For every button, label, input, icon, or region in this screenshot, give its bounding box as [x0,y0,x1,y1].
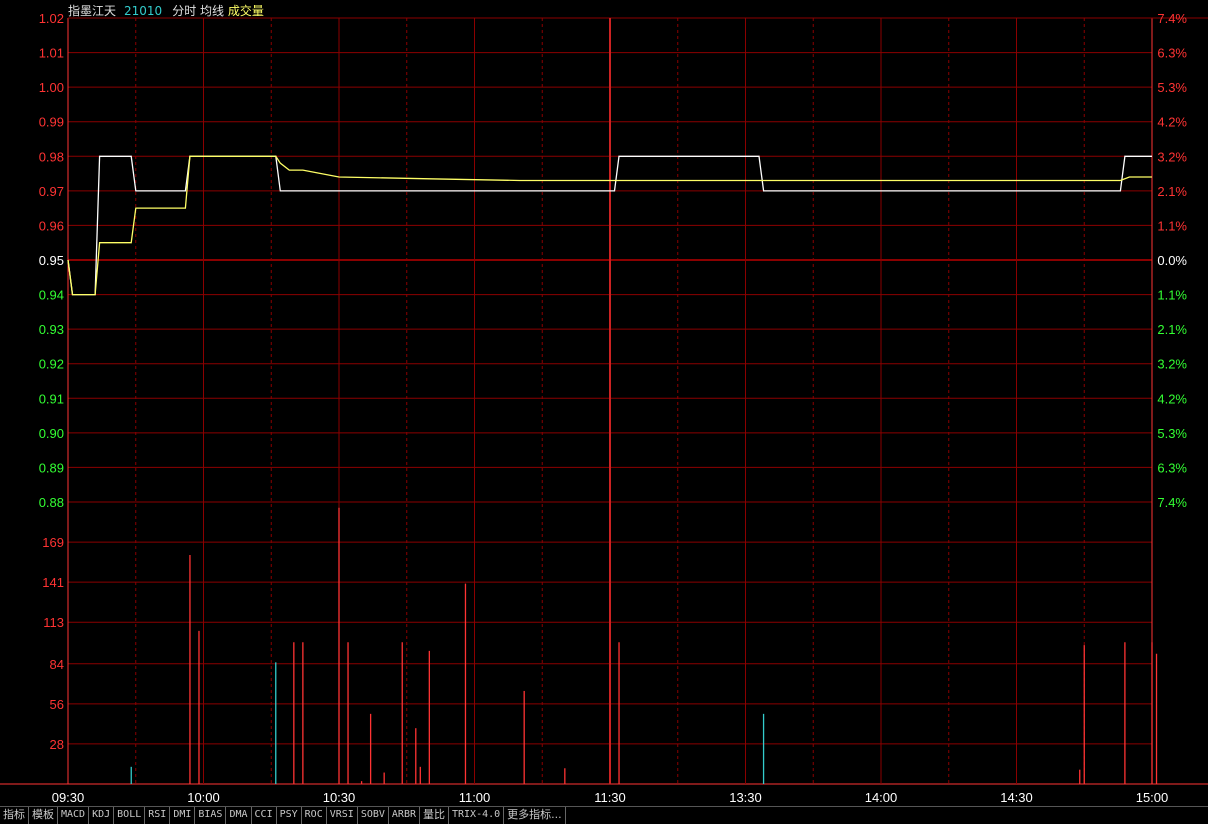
tab-kdj[interactable]: KDJ [89,807,115,824]
percent-tick-label: 4.2% [1157,391,1187,406]
time-tick-label: 10:30 [323,790,356,805]
time-tick-label: 13:30 [729,790,762,805]
chart-grid [0,17,1208,785]
tab-vrsi[interactable]: VRSI [327,807,358,824]
price-axis: 1.02 1.01 1.00 0.99 0.98 0.97 0.96 0.95 0.94 0.93… [39,11,64,510]
tab-roc[interactable]: ROC [302,807,327,824]
time-tick-label: 14:30 [1000,790,1033,805]
time-tick-label: 11:30 [594,790,626,805]
volume-indicator-label: 成交量 [227,4,264,18]
time-tick-label: 09:30 [52,790,85,805]
time-tick-label: 15:00 [1136,790,1169,805]
tab-rsi[interactable]: RSI [145,807,171,824]
price-tick-label: 0.92 [39,357,64,372]
tab-macd[interactable]: MACD [58,807,90,824]
tab-trix-4-0[interactable]: TRIX-4.0 [449,807,505,824]
volume-tick-label: 56 [50,697,64,712]
time-tick-label: 11:00 [459,790,491,805]
volume-axis: 169 141 113 84 56 28 [42,535,64,752]
price-tick-label: 0.96 [39,218,64,233]
percent-tick-label: 1.1% [1157,218,1187,233]
price-tick-label: 0.95 [39,253,64,268]
percent-tick-label: 5.3% [1157,80,1187,95]
tab--[interactable]: 模板 [29,807,58,824]
time-tick-label: 10:00 [187,790,220,805]
volume-tick-label: 28 [50,737,64,752]
tab--[interactable]: 指标 [0,807,29,824]
price-tick-label: 0.98 [39,149,64,164]
percent-tick-label: 2.1% [1157,184,1187,199]
tab-psy[interactable]: PSY [277,807,302,824]
percent-axis: 7.4% 6.3% 5.3% 4.2% 3.2% 2.1% 1.1% 0.0% 1.1% 2.1%… [1157,11,1187,510]
percent-tick-label: 3.2% [1157,357,1187,372]
percent-tick-label: 6.3% [1157,460,1187,475]
percent-tick-label: 0.0% [1157,253,1187,268]
chart-header: 指墨江天 21010 分时 均线 成交量 [68,2,264,19]
intraday-chart[interactable]: 1.02 1.01 1.00 0.99 0.98 0.97 0.96 0.95 0.94 0.93… [0,0,1208,806]
tab-dma[interactable]: DMA [226,807,252,824]
tab-bias[interactable]: BIAS [195,807,227,824]
price-tick-label: 0.88 [39,495,64,510]
percent-tick-label: 6.3% [1157,46,1187,61]
time-tick-label: 14:00 [865,790,898,805]
percent-tick-label: 3.2% [1157,149,1187,164]
percent-tick-label: 2.1% [1157,322,1187,337]
price-tick-label: 0.90 [39,426,64,441]
price-tick-label: 0.94 [39,288,64,303]
tab-arbr[interactable]: ARBR [389,807,420,824]
indicator-label: 分时 均线 [172,4,225,18]
price-tick-label: 0.89 [39,460,64,475]
tab--[interactable]: 量比 [420,807,449,824]
volume-tick-label: 84 [50,657,64,672]
percent-tick-label: 7.4% [1157,11,1187,26]
volume-bars [130,507,1158,784]
price-tick-label: 0.97 [39,184,64,199]
tab-boll[interactable]: BOLL [114,807,146,824]
tab-cci[interactable]: CCI [252,807,277,824]
percent-tick-label: 5.3% [1157,426,1187,441]
price-tick-label: 1.00 [39,80,64,95]
percent-tick-label: 1.1% [1157,288,1187,303]
stock-name: 指墨江天 [68,4,117,18]
indicator-tab-bar: 指标 模板 MACD KDJ BOLL RSI DMI BIAS DMA CCI PSY ROC VRS… [0,806,1208,824]
tab-sobv[interactable]: SOBV [358,807,389,824]
tab-dmi[interactable]: DMI [170,807,196,824]
price-tick-label: 1.01 [39,46,64,61]
percent-tick-label: 4.2% [1157,115,1187,130]
time-axis: 09:30 10:00 10:30 11:00 11:30 13:30 14:00 14:30… [52,790,1169,805]
price-tick-label: 0.91 [39,391,64,406]
price-tick-label: 0.93 [39,322,64,337]
stock-code: 21010 [124,4,163,18]
price-tick-label: 0.99 [39,115,64,130]
tab--[interactable]: 更多指标... [504,807,566,824]
volume-tick-label: 113 [43,615,64,630]
price-tick-label: 1.02 [39,11,64,26]
percent-tick-label: 7.4% [1157,495,1187,510]
volume-tick-label: 169 [42,535,64,550]
volume-tick-label: 141 [42,575,64,590]
